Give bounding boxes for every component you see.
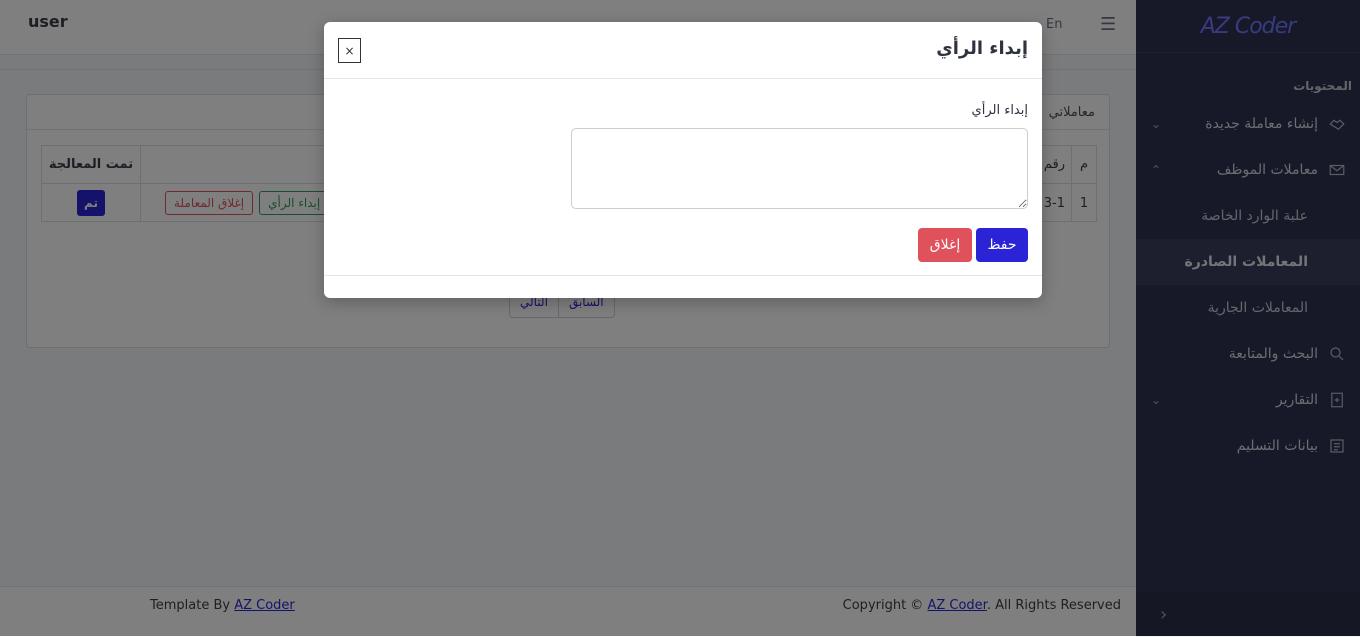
modal-title: إبداء الرأي [936,38,1028,59]
modal-body: إبداء الرأي حفظ إغلاق [324,79,1042,276]
save-button[interactable]: حفظ [976,228,1028,262]
modal-close-button[interactable]: × [338,38,361,63]
opinion-textarea[interactable] [571,128,1028,209]
opinion-modal: × إبداء الرأي إبداء الرأي حفظ إغلاق [324,22,1042,298]
modal-header: × إبداء الرأي [324,22,1042,79]
opinion-label: إبداء الرأي [971,103,1028,118]
close-button[interactable]: إغلاق [918,228,972,262]
